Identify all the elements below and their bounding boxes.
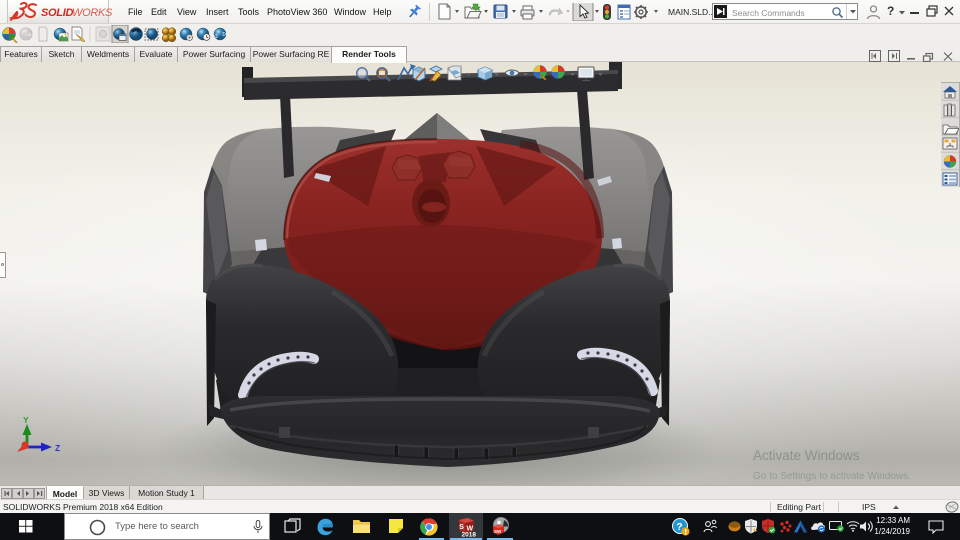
svg-text:Y: Y — [23, 415, 29, 425]
svg-text:SOLID: SOLID — [41, 7, 73, 19]
svg-text:S: S — [459, 524, 464, 531]
svg-text:2018: 2018 — [462, 532, 477, 538]
svg-text:SW: SW — [494, 529, 502, 534]
svg-text:WORKS: WORKS — [72, 7, 113, 19]
svg-text:Z: Z — [55, 443, 60, 453]
